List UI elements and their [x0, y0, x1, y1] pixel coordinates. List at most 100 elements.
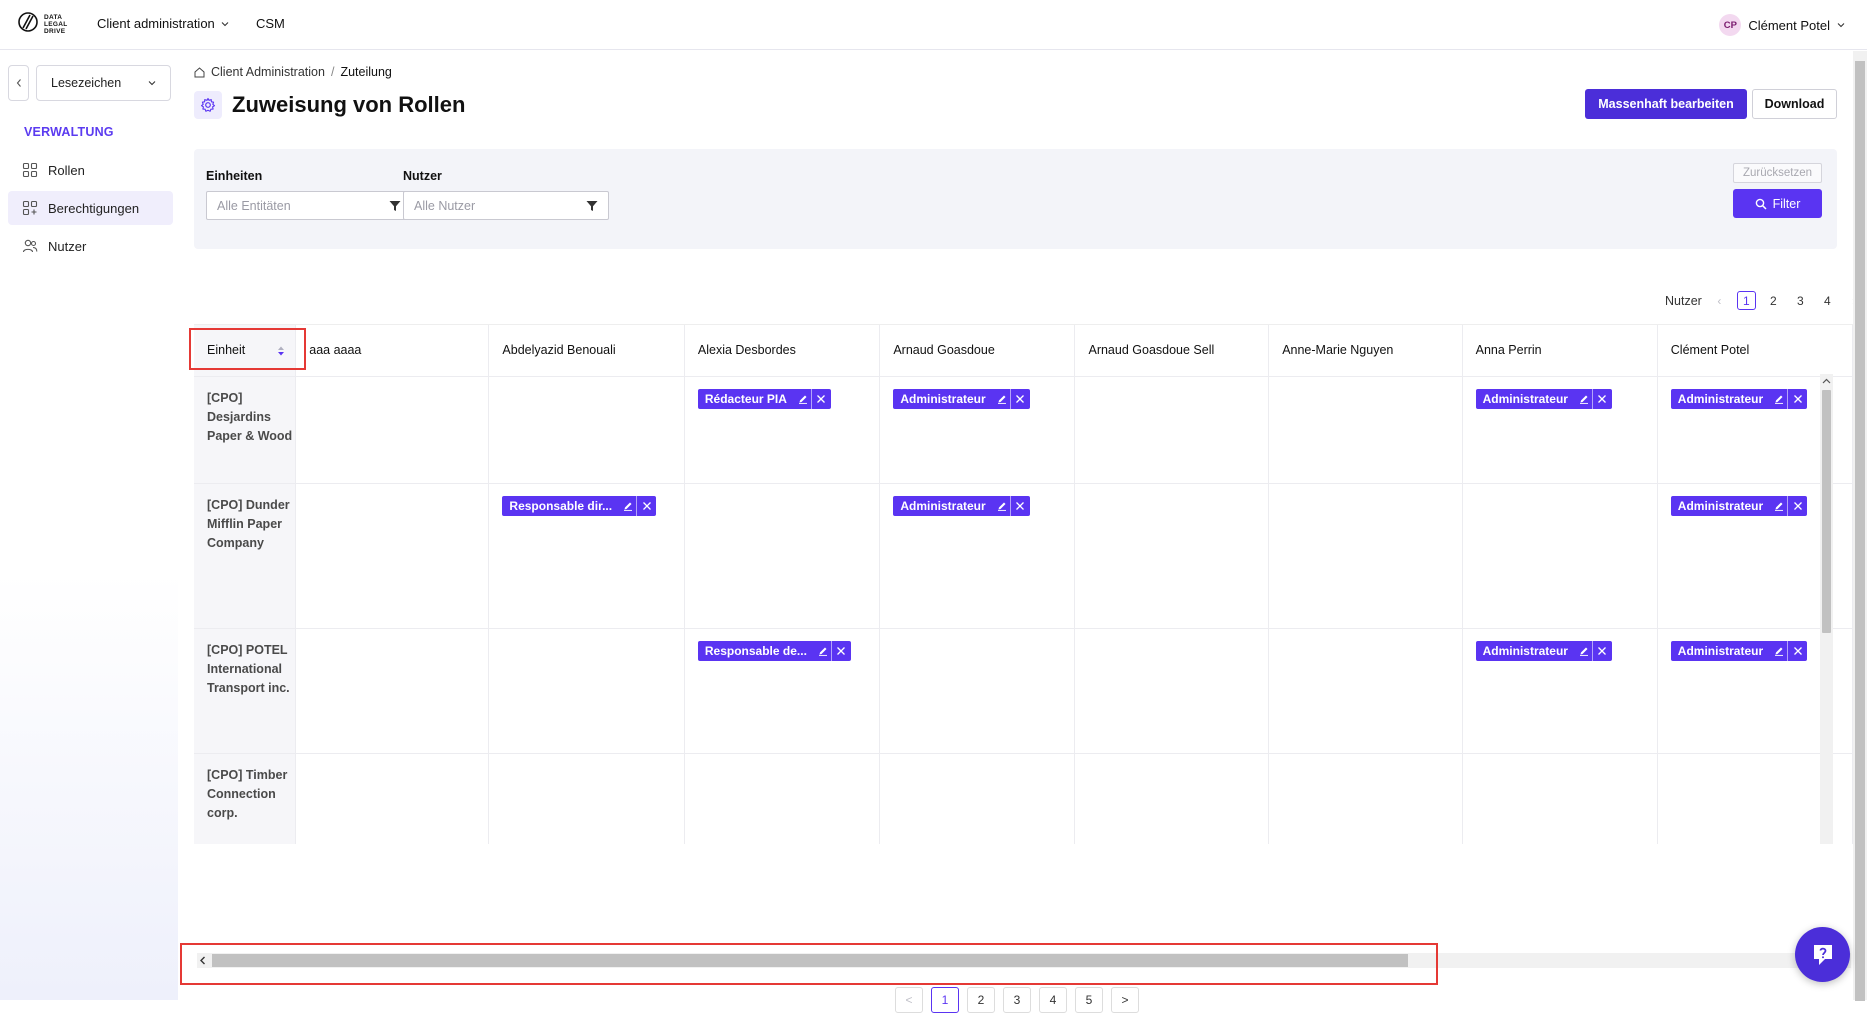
role-cell[interactable] — [488, 753, 685, 844]
user-menu[interactable]: CP Clément Potel — [1719, 14, 1845, 36]
page-vertical-scroll-thumb[interactable] — [1855, 61, 1865, 1001]
page-1[interactable]: 1 — [931, 987, 959, 1013]
remove-icon[interactable] — [636, 495, 656, 516]
users-filter-input[interactable]: Alle Nutzer — [403, 191, 609, 220]
role-cell[interactable] — [295, 483, 490, 629]
role-cell[interactable]: Rédacteur PIA — [684, 376, 881, 484]
reset-button[interactable]: Zurücksetzen — [1733, 163, 1822, 183]
edit-icon[interactable] — [815, 641, 831, 661]
collapse-sidebar-button[interactable] — [8, 65, 29, 101]
role-cell[interactable] — [1074, 628, 1270, 754]
sidebar-item-nutzer[interactable]: Nutzer — [8, 229, 173, 263]
edit-icon[interactable] — [994, 389, 1010, 409]
page-4[interactable]: 4 — [1039, 987, 1067, 1013]
units-pagination: < 1 2 3 4 5 > — [895, 987, 1139, 1013]
table-row: [CPO] POTEL International Transport inc.… — [194, 628, 1853, 754]
remove-icon[interactable] — [1787, 495, 1807, 516]
edit-icon[interactable] — [994, 496, 1010, 516]
role-cell[interactable] — [1074, 483, 1270, 629]
role-cell[interactable] — [684, 753, 881, 844]
edit-icon[interactable] — [1771, 641, 1787, 661]
role-cell[interactable] — [1268, 483, 1463, 629]
prev-page-icon[interactable]: ‹ — [1710, 291, 1729, 310]
role-chip-label: Responsable de... — [704, 643, 807, 658]
role-cell[interactable] — [295, 753, 490, 844]
role-cell[interactable] — [1268, 628, 1463, 754]
role-cell[interactable] — [879, 628, 1076, 754]
nav-client-administration[interactable]: Client administration — [97, 16, 229, 31]
page-3[interactable]: 3 — [1003, 987, 1031, 1013]
logo[interactable]: DATA LEGAL DRIVE — [18, 10, 68, 38]
users-icon — [22, 239, 38, 253]
edit-icon[interactable] — [1771, 496, 1787, 516]
page-1[interactable]: 1 — [1736, 291, 1756, 310]
role-cell[interactable] — [1268, 753, 1463, 844]
scroll-up-icon[interactable] — [1820, 375, 1833, 387]
role-cell[interactable] — [879, 753, 1076, 844]
bulk-edit-button[interactable]: Massenhaft bearbeiten — [1585, 89, 1747, 119]
role-cell[interactable]: Administrateur — [879, 483, 1076, 629]
edit-icon[interactable] — [1771, 389, 1787, 409]
remove-icon[interactable] — [1787, 388, 1807, 409]
role-cell[interactable] — [295, 376, 490, 484]
breadcrumb-separator: / — [330, 65, 335, 79]
table-body: [CPO] Desjardins Paper & Wood Rédacteur P… — [194, 376, 1853, 844]
remove-icon[interactable] — [1787, 640, 1807, 661]
filter-button[interactable]: Filter — [1733, 189, 1822, 218]
page-2[interactable]: 2 — [1764, 291, 1783, 310]
remove-icon[interactable] — [810, 388, 831, 409]
bookmark-select-value: Lesezeichen — [51, 76, 122, 90]
role-chip: Responsable dir... — [502, 495, 657, 516]
role-cell[interactable] — [1074, 376, 1270, 484]
next-page-button[interactable]: > — [1111, 987, 1139, 1013]
breadcrumb-home[interactable]: Client Administration — [211, 65, 325, 79]
role-cell[interactable]: Administrateur — [879, 376, 1076, 484]
edit-icon[interactable] — [795, 389, 811, 409]
role-cell[interactable] — [295, 628, 490, 754]
nav-csm[interactable]: CSM — [256, 16, 285, 31]
help-chat-button[interactable] — [1795, 927, 1850, 982]
logo-mark-icon — [18, 12, 38, 32]
role-cell[interactable] — [1074, 753, 1270, 844]
role-cell[interactable] — [488, 376, 685, 484]
edit-icon[interactable] — [1576, 389, 1592, 409]
page-3[interactable]: 3 — [1791, 291, 1810, 310]
role-cell[interactable] — [1462, 483, 1658, 629]
remove-icon[interactable] — [1591, 640, 1612, 661]
page-4[interactable]: 4 — [1818, 291, 1837, 310]
page-5[interactable]: 5 — [1075, 987, 1103, 1013]
remove-icon[interactable] — [830, 640, 851, 661]
role-chip: Administrateur — [893, 495, 1030, 516]
role-cell[interactable] — [1268, 376, 1463, 484]
table-vertical-scrollbar[interactable] — [1820, 374, 1833, 844]
role-cell[interactable]: Administrateur — [1462, 376, 1658, 484]
role-cell[interactable]: Responsable de... — [684, 628, 881, 754]
nav-client-administration-label: Client administration — [97, 16, 215, 31]
highlight-horizontal-scrollbar — [180, 943, 1438, 985]
remove-icon[interactable] — [1009, 495, 1030, 516]
section-title-verwaltung: VERWALTUNG — [24, 125, 114, 139]
role-cell[interactable]: Responsable dir... — [488, 483, 685, 629]
page-vertical-scrollbar[interactable] — [1853, 51, 1867, 1001]
role-cell[interactable] — [488, 628, 685, 754]
edit-icon[interactable] — [620, 496, 636, 516]
table-vertical-scroll-thumb[interactable] — [1822, 390, 1831, 633]
sidebar-item-rollen[interactable]: Rollen — [8, 153, 173, 187]
unit-cell: [CPO] POTEL International Transport inc. — [194, 628, 297, 754]
remove-icon[interactable] — [1591, 388, 1612, 409]
bookmark-select[interactable]: Lesezeichen — [36, 65, 171, 101]
edit-icon[interactable] — [1576, 641, 1592, 661]
table-header-row: Einheit aaa aaaa Abdelyazid Benouali Ale… — [194, 325, 1853, 377]
download-button[interactable]: Download — [1752, 89, 1837, 119]
table-row: [CPO] Desjardins Paper & Wood Rédacteur P… — [194, 376, 1853, 484]
units-filter-input[interactable]: Alle Entitäten — [206, 191, 412, 220]
role-cell[interactable] — [684, 483, 881, 629]
role-cell[interactable] — [1462, 753, 1658, 844]
sidebar-item-label: Nutzer — [48, 238, 87, 254]
user-column-header: Clément Potel — [1657, 325, 1853, 377]
prev-page-button[interactable]: < — [895, 987, 923, 1013]
page-2[interactable]: 2 — [967, 987, 995, 1013]
sidebar-item-berechtigungen[interactable]: Berechtigungen — [8, 191, 173, 225]
remove-icon[interactable] — [1009, 388, 1030, 409]
role-cell[interactable]: Administrateur — [1462, 628, 1658, 754]
